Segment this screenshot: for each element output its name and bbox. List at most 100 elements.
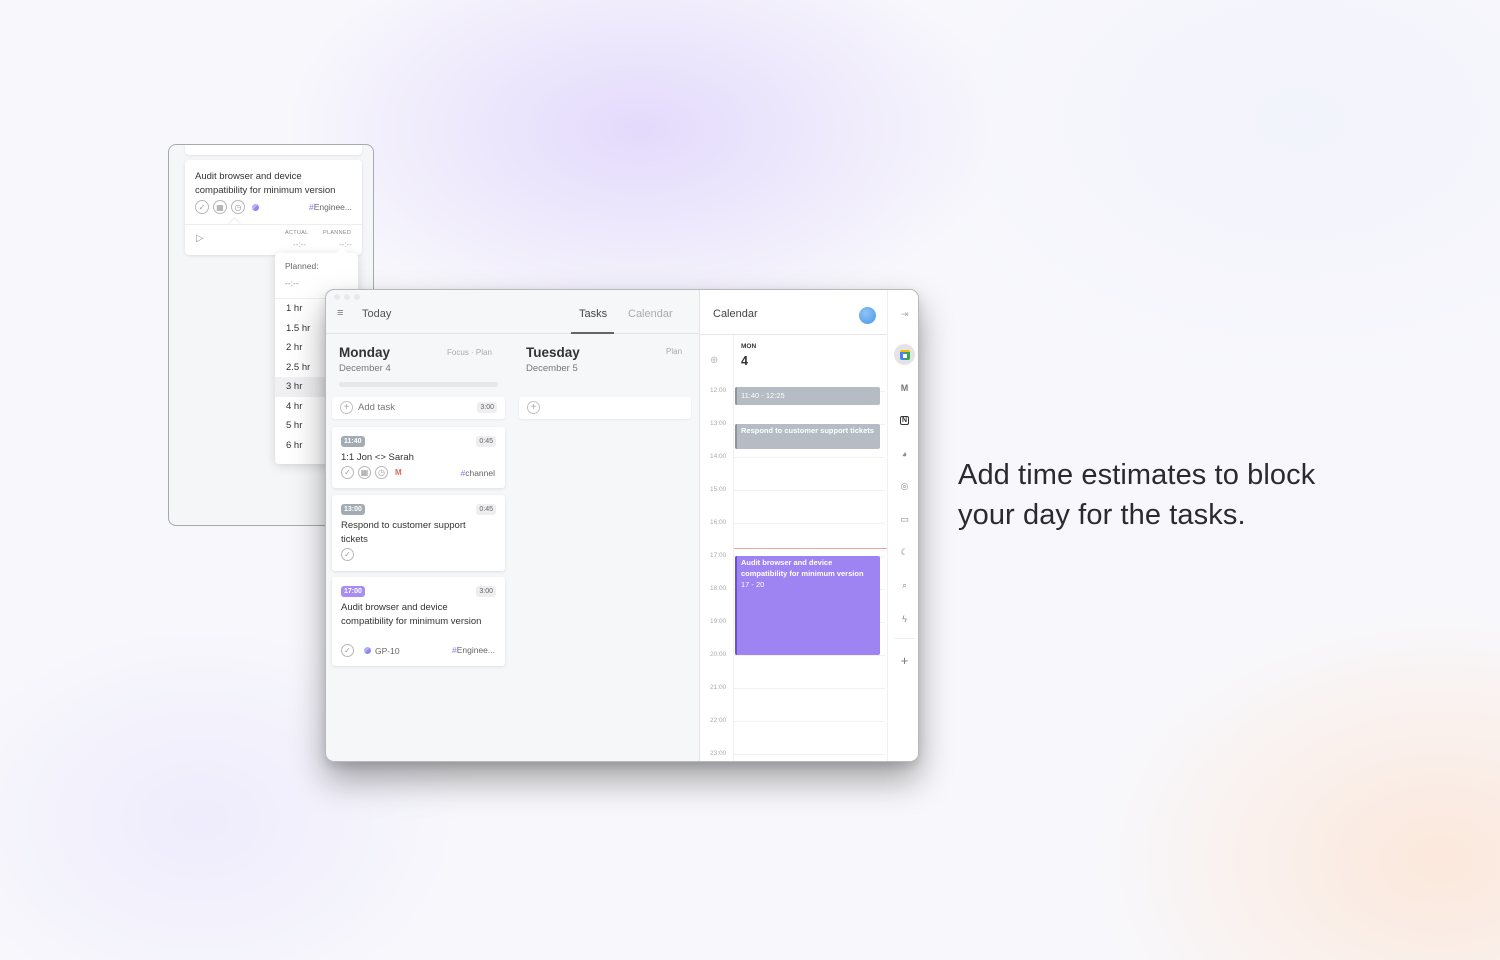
add-task-label: Add task — [358, 402, 395, 413]
calendar-title: Calendar — [713, 308, 758, 320]
duration-badge[interactable]: 0:45 — [476, 436, 496, 447]
complete-icon[interactable]: ✓ — [341, 548, 354, 561]
time-badge: 17:00 — [341, 586, 365, 597]
hour-label: 19:00 — [710, 618, 727, 625]
planned-time-input[interactable]: --:-- — [285, 278, 299, 288]
right-sidebar: ⇥ M N ◕ ◎ ▭ ☾ ⌕ ϟ + — [887, 290, 918, 761]
channel-tag[interactable]: #Enginee... — [309, 202, 352, 212]
actual-label: ACTUAL — [285, 230, 309, 236]
channel-tag-label: channel — [465, 468, 495, 478]
calendar-event[interactable]: Audit browser and device compatibility f… — [735, 556, 880, 655]
search-icon[interactable]: ⌕ — [894, 575, 915, 596]
task-title: Respond to customer support tickets — [341, 520, 466, 545]
dropdown-label: Planned: — [285, 261, 319, 271]
focus-plan-links[interactable]: Focus · Plan — [447, 348, 492, 357]
hour-label: 21:00 — [710, 684, 727, 691]
hour-gridline — [734, 490, 885, 491]
task-card[interactable]: 17:00 3:00 Audit browser and device comp… — [332, 577, 505, 666]
day-number: 4 — [741, 354, 748, 368]
plus-icon[interactable]: + — [894, 650, 915, 671]
time-badge: 11:40 — [341, 436, 365, 447]
avatar[interactable] — [859, 307, 876, 324]
hour-gridline — [734, 688, 885, 689]
zap-icon[interactable]: ϟ — [894, 608, 915, 629]
hour-label: 22:00 — [710, 717, 727, 724]
tab-calendar[interactable]: Calendar — [628, 308, 673, 320]
hour-label: 16:00 — [710, 519, 727, 526]
duration-badge[interactable]: 0:45 — [476, 504, 496, 515]
event-time: 17 - 20 — [741, 580, 765, 589]
divider — [894, 638, 915, 639]
total-duration-badge: 3:00 — [477, 402, 497, 413]
hour-label: 15:00 — [710, 486, 727, 493]
current-time-indicator — [734, 547, 887, 549]
event-title: Respond to customer support tickets — [741, 426, 874, 435]
linear-icon[interactable]: ◕ — [894, 443, 915, 464]
complete-icon[interactable]: ✓ — [341, 466, 354, 479]
day-progress-bar — [339, 382, 498, 387]
hour-gridline — [734, 721, 885, 722]
project-icon — [252, 203, 259, 211]
project-id[interactable]: GP-10 — [375, 646, 400, 656]
previous-task-card[interactable] — [185, 145, 362, 155]
menu-icon[interactable]: ≡ — [337, 308, 343, 319]
tab-tasks[interactable]: Tasks — [579, 308, 607, 320]
app-window: ≡ Today Tasks Calendar Monday December 4… — [325, 289, 919, 762]
channel-tag-label: Enginee... — [456, 645, 495, 655]
day-date: December 5 — [526, 363, 578, 374]
calendar-event[interactable]: Respond to customer support tickets — [735, 424, 880, 449]
day-column-monday: Monday December 4 Focus · Plan + Add tas… — [326, 334, 512, 754]
hour-gridline — [734, 523, 885, 524]
project-icon — [364, 647, 371, 654]
planned-label: PLANNED — [323, 230, 352, 236]
gmail-icon[interactable]: M — [894, 377, 915, 398]
add-task-input[interactable]: + — [519, 397, 691, 419]
hour-label: 17:00 — [710, 552, 727, 559]
task-title: Audit browser and device compatibility f… — [195, 171, 336, 196]
collapse-icon[interactable]: ⇥ — [894, 304, 915, 325]
complete-icon[interactable]: ✓ — [341, 644, 354, 657]
calendar-icon[interactable]: ▦ — [213, 200, 227, 214]
top-bar: ≡ Today Tasks Calendar — [326, 290, 699, 334]
add-task-input[interactable]: + Add task 3:00 — [332, 397, 505, 419]
task-detail-card[interactable]: Audit browser and device compatibility f… — [185, 160, 362, 255]
day-date: December 4 — [339, 363, 391, 374]
calendar-event[interactable]: 1:1 Jon <> Sarah11:40 - 12:25 — [735, 387, 880, 405]
task-card[interactable]: 11:40 0:45 1:1 Jon <> Sarah ✓ ▦ ◷ M #cha… — [332, 427, 505, 488]
moon-icon[interactable]: ☾ — [894, 542, 915, 563]
hour-label: 13:00 — [710, 420, 727, 427]
task-card[interactable]: 13:00 0:45 Respond to customer support t… — [332, 495, 505, 571]
divider — [185, 224, 362, 225]
event-title: Audit browser and device compatibility f… — [741, 558, 864, 578]
plus-icon: + — [527, 401, 540, 414]
day-name: Tuesday — [526, 345, 580, 360]
plus-icon: + — [340, 401, 353, 414]
hour-gridline — [734, 655, 885, 656]
notion-icon[interactable]: N — [894, 410, 915, 431]
page-title: Today — [362, 308, 392, 320]
plan-link[interactable]: Plan — [666, 347, 682, 356]
complete-icon[interactable]: ✓ — [195, 200, 209, 214]
channel-tag[interactable]: #Enginee... — [452, 645, 495, 655]
day-of-week: MON — [741, 343, 757, 350]
hour-label: 14:00 — [710, 453, 727, 460]
hour-gridline — [734, 754, 885, 755]
hour-label: 23:00 — [710, 750, 727, 757]
task-title: 1:1 Jon <> Sarah — [341, 452, 414, 463]
archive-icon[interactable]: ▭ — [894, 509, 915, 530]
duration-badge[interactable]: 3:00 — [476, 586, 496, 597]
event-time: 11:40 - 12:25 — [741, 391, 785, 400]
hour-gridline — [734, 457, 885, 458]
actual-value[interactable]: --:-- — [293, 240, 306, 249]
google-calendar-icon[interactable] — [894, 344, 915, 365]
play-icon[interactable]: ▷ — [196, 233, 204, 244]
headline: Add time estimates to block your day for… — [958, 459, 1316, 531]
gmail-icon: M — [395, 468, 402, 477]
clock-icon[interactable]: ◷ — [375, 466, 388, 479]
calendar-icon[interactable]: ▦ — [358, 466, 371, 479]
target-icon[interactable]: ◎ — [894, 476, 915, 497]
zoom-in-icon[interactable]: ⊕ — [710, 355, 718, 366]
calendar-pane: Calendar ⊕ MON 4 12:00 13:00 14:00 15:00 16:… — [699, 290, 887, 761]
clock-icon[interactable]: ◷ — [231, 200, 245, 214]
channel-tag[interactable]: #channel — [460, 468, 495, 478]
